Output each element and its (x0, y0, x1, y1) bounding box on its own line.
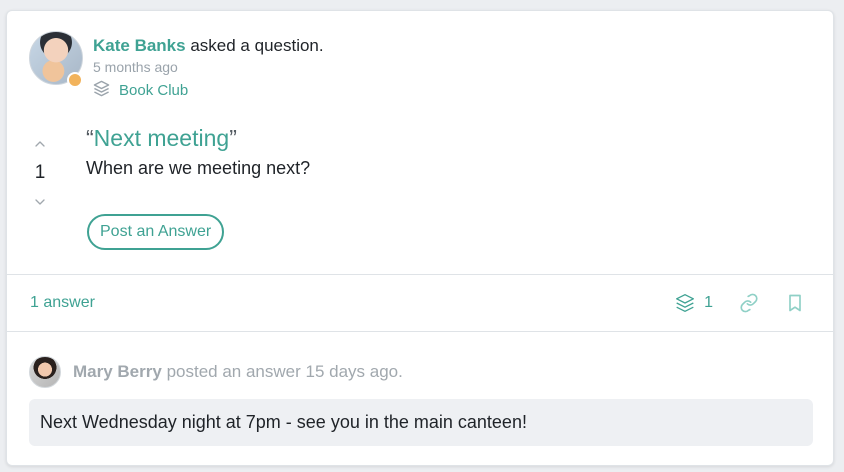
chevron-down-icon[interactable] (32, 194, 48, 210)
answers-count-link[interactable]: 1 answer (30, 294, 95, 312)
group-link[interactable]: Book Club (93, 80, 188, 101)
post-footer: 1 answer 1 (7, 275, 833, 331)
bookmark-icon[interactable] (785, 293, 805, 313)
layers-icon (675, 293, 695, 313)
post-time: 5 months ago (93, 59, 178, 75)
answer-meta-text: posted an answer 15 days ago. (166, 362, 403, 381)
close-quote: ” (229, 125, 237, 151)
answer-author-avatar[interactable] (29, 356, 61, 388)
group-count-value: 1 (704, 294, 713, 311)
question-card: Kate Banks asked a question. 5 months ag… (6, 10, 834, 466)
answer-header: Mary Berry posted an answer 15 days ago. (29, 355, 403, 389)
divider (7, 331, 833, 332)
post-answer-button[interactable]: Post an Answer (87, 214, 225, 250)
vote-controls: 1 (25, 136, 55, 232)
vote-count: 1 (34, 162, 46, 183)
footer-actions: 1 (675, 293, 805, 313)
author-line: Kate Banks asked a question. (93, 35, 324, 57)
group-count[interactable]: 1 (675, 293, 713, 313)
group-name: Book Club (119, 82, 189, 99)
question-title[interactable]: “Next meeting” (86, 124, 803, 152)
post-header: Kate Banks asked a question. 5 months ag… (27, 29, 813, 101)
author-action: asked a question. (190, 36, 324, 55)
answer-author-name[interactable]: Mary Berry (73, 362, 162, 381)
presence-indicator (67, 72, 83, 88)
question-title-text[interactable]: Next meeting (94, 125, 230, 151)
answer-meta: Mary Berry posted an answer 15 days ago. (73, 362, 403, 382)
link-icon[interactable] (739, 293, 759, 313)
author-name-link[interactable]: Kate Banks (93, 36, 186, 55)
question-body: When are we meeting next? (86, 158, 311, 178)
question-content: “Next meeting” When are we meeting next? (86, 124, 803, 179)
answer-text: Next Wednesday night at 7pm - see you in… (29, 399, 813, 446)
chevron-up-icon[interactable] (32, 136, 48, 152)
open-quote: “ (86, 125, 94, 151)
layers-icon (93, 80, 110, 101)
